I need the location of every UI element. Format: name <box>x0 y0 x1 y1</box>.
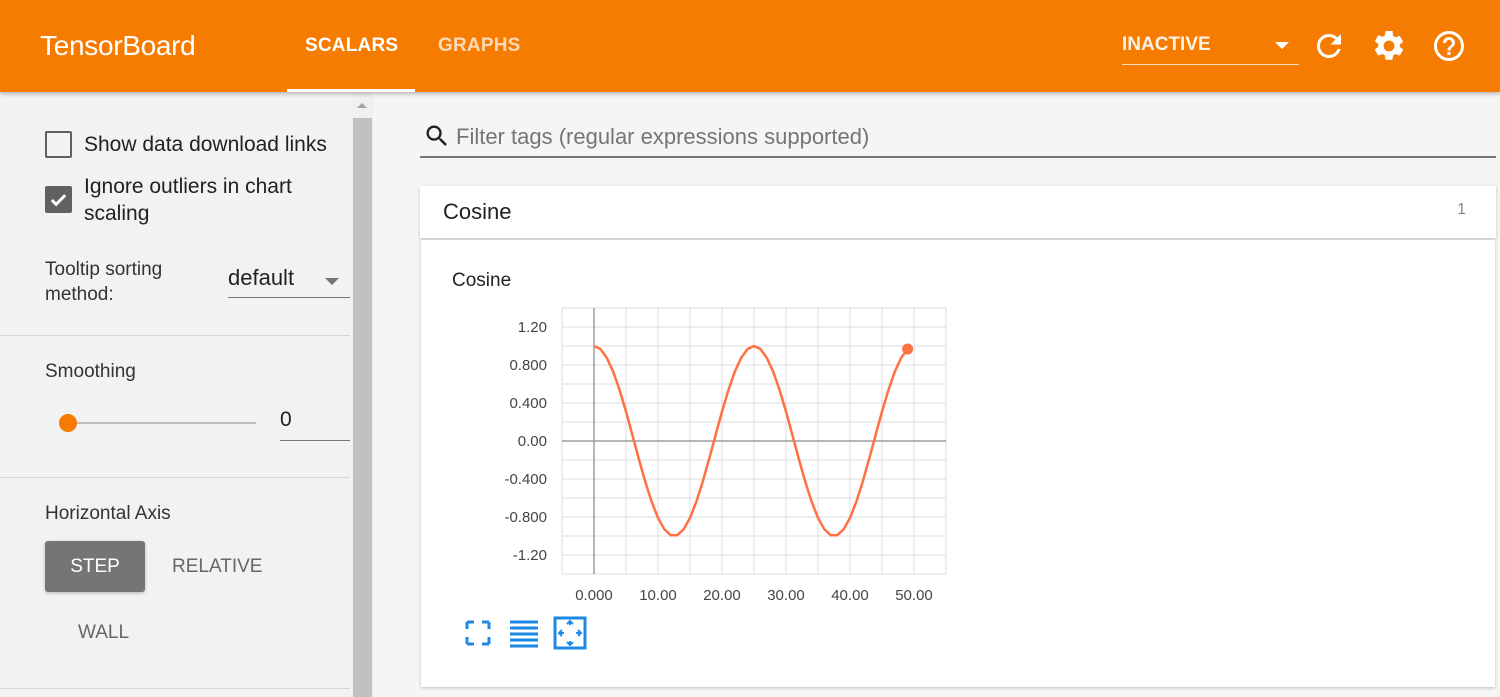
top-app-bar: TensorBoard SCALARS GRAPHS INACTIVE <box>0 0 1500 92</box>
axis-step-button[interactable]: STEP <box>45 541 145 592</box>
axis-relative-button[interactable]: RELATIVE <box>172 556 262 578</box>
axis-wall-button[interactable]: WALL <box>78 622 129 644</box>
filter-input[interactable]: Filter tags (regular expressions support… <box>456 124 869 150</box>
status-dropdown[interactable]: INACTIVE <box>1122 31 1299 65</box>
x-tick-label: 0.000 <box>575 587 613 604</box>
dropdown-caret-icon <box>325 278 339 285</box>
card-count: 1 <box>1457 201 1466 218</box>
smoothing-slider-knob[interactable] <box>59 414 77 432</box>
section-divider <box>0 335 350 336</box>
help-icon[interactable] <box>1431 28 1467 64</box>
y-tick-label: -0.400 <box>504 471 547 488</box>
scrollbar-thumb[interactable] <box>353 118 372 697</box>
fullscreen-icon[interactable] <box>461 616 495 650</box>
show-download-links-label: Show data download links <box>84 133 327 156</box>
app-title: TensorBoard <box>40 30 196 61</box>
smoothing-value: 0 <box>280 408 292 431</box>
settings-icon[interactable] <box>1371 28 1407 64</box>
smoothing-slider-track[interactable] <box>68 422 256 424</box>
tab-graphs[interactable]: GRAPHS <box>438 35 521 57</box>
tooltip-sorting-select[interactable]: default <box>228 265 294 291</box>
tab-scalars[interactable]: SCALARS <box>305 35 398 57</box>
show-download-links-checkbox[interactable] <box>45 131 72 158</box>
y-tick-label: -0.800 <box>504 509 547 526</box>
section-divider <box>0 688 350 689</box>
y-tick-label: 0.00 <box>518 433 547 450</box>
dropdown-caret-icon <box>1275 42 1289 49</box>
section-divider <box>0 477 350 478</box>
series-last-point <box>902 343 914 355</box>
y-tick-label: 0.400 <box>509 395 547 412</box>
sidebar-scrollbar[interactable] <box>352 92 373 697</box>
card-title: Cosine <box>443 199 512 224</box>
x-tick-label: 40.00 <box>831 587 869 604</box>
x-tick-label: 50.00 <box>895 587 933 604</box>
fit-domain-icon[interactable] <box>553 616 587 650</box>
scroll-up-arrow-icon[interactable] <box>357 103 367 108</box>
tooltip-sorting-label-line2: method: <box>45 284 114 305</box>
x-tick-label: 30.00 <box>767 587 805 604</box>
checkmark-icon <box>50 194 67 207</box>
tooltip-sorting-label-line1: Tooltip sorting <box>45 259 163 280</box>
x-tick-label: 20.00 <box>703 587 741 604</box>
horizontal-axis-label: Horizontal Axis <box>45 503 171 524</box>
card-header[interactable]: Cosine 1 <box>420 186 1496 238</box>
filter-tags-field[interactable]: Filter tags (regular expressions support… <box>420 118 1496 158</box>
smoothing-label: Smoothing <box>45 361 136 382</box>
sidebar: Show data download links Ignore outliers… <box>0 92 352 697</box>
ignore-outliers-label-line1: Ignore outliers in chart <box>84 175 292 198</box>
active-tab-indicator <box>287 89 415 92</box>
search-icon <box>426 125 447 146</box>
select-underline <box>228 297 350 298</box>
refresh-icon[interactable] <box>1311 28 1347 64</box>
y-tick-label: 0.800 <box>509 357 547 374</box>
ignore-outliers-checkbox[interactable] <box>45 186 72 213</box>
x-tick-label: 10.00 <box>639 587 677 604</box>
y-tick-label: -1.20 <box>513 547 547 564</box>
log-scale-icon[interactable] <box>507 616 541 650</box>
ignore-outliers-label-line2: scaling <box>84 202 150 225</box>
smoothing-input[interactable]: 0 <box>280 406 350 441</box>
chart-card: Cosine 1.20 0.800 0.400 0.00 -0.400 -0.800 -1.… <box>421 240 1495 687</box>
status-value: INACTIVE <box>1122 34 1211 55</box>
y-tick-label: 1.20 <box>518 319 547 336</box>
